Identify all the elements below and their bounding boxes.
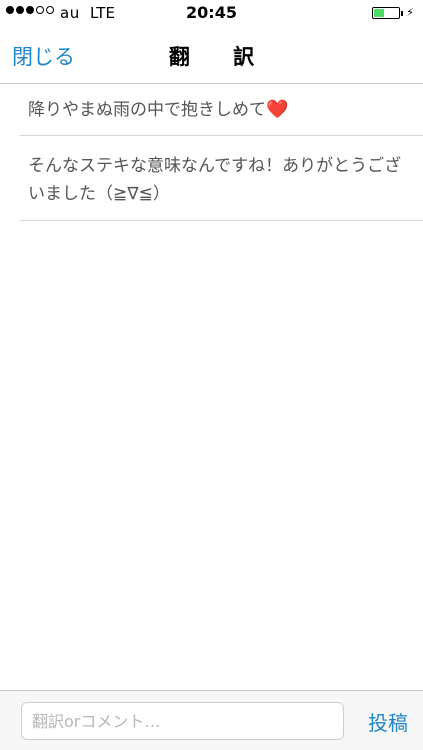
message-text: 降りやまぬ雨の中で抱きしめて [28, 100, 266, 120]
comment-input[interactable] [21, 702, 344, 740]
battery-icon: ⚡ [372, 7, 414, 19]
post-button[interactable]: 投稿 [368, 707, 408, 736]
message-text: そんなステキな意味なんですね！ありがとうございました（≧∇≦） [28, 156, 402, 204]
status-time: 20:45 [186, 3, 237, 22]
message-list: 降りやまぬ雨の中で抱きしめて❤️ そんなステキな意味なんですね！ありがとうござい… [0, 84, 423, 221]
list-item: そんなステキな意味なんですね！ありがとうございました（≧∇≦） [20, 136, 423, 221]
battery-level [374, 9, 384, 17]
battery-body [372, 7, 401, 19]
list-item: 降りやまぬ雨の中で抱きしめて❤️ [20, 84, 423, 136]
heart-icon: ❤️ [266, 99, 289, 120]
comment-bar: 投稿 [0, 690, 423, 750]
status-bar: au LTE 20:45 ⚡ [0, 0, 423, 28]
lightning-bolt-icon: ⚡ [406, 6, 414, 19]
page-title: 翻 訳 [168, 45, 273, 69]
battery-tip [401, 10, 404, 16]
navigation-bar: 閉じる 翻 訳 [0, 28, 423, 84]
